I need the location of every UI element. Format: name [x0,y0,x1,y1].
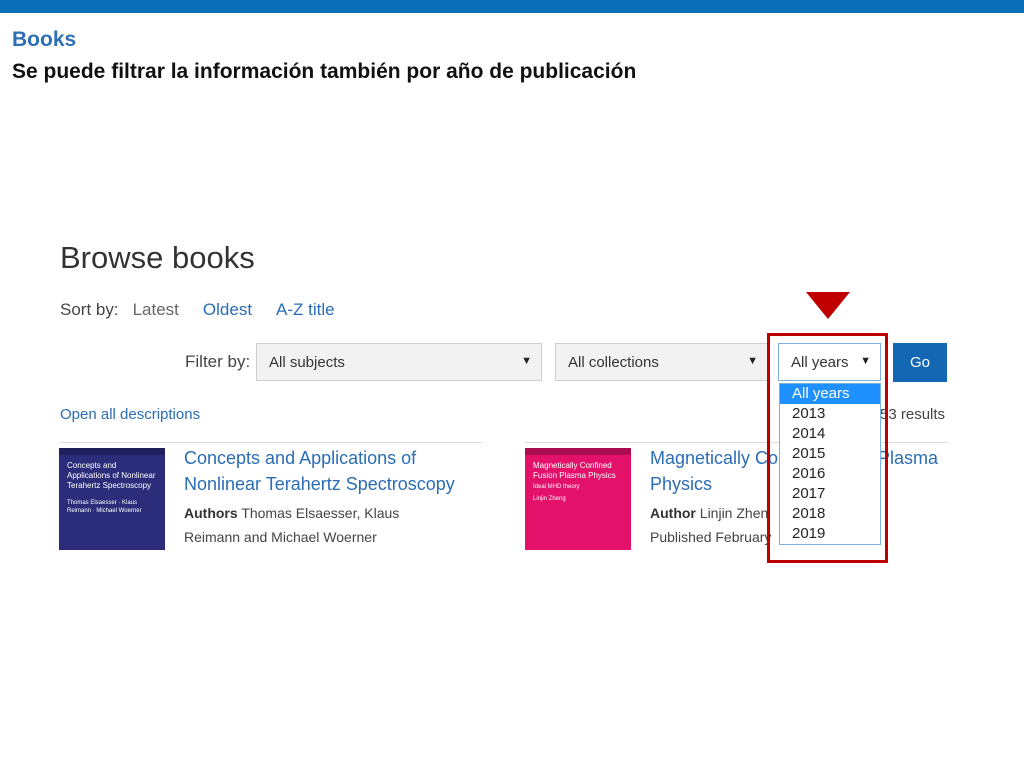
chevron-down-icon: ▼ [747,355,758,367]
subjects-select[interactable]: All subjects ▼ [256,343,542,381]
filter-label: Filter by: [185,352,251,371]
cover-subtitle: Ideal MHD theory [533,484,580,490]
cover-authors: Linjin Zheng [533,496,566,502]
slide-title: Books [12,28,77,51]
results-count: 53 results [880,406,946,423]
authors-names: Linjin Zhen [699,505,769,521]
authors-names-continued: Reimann and Michael Woerner [184,529,377,545]
sort-latest[interactable]: Latest [133,300,179,320]
book-title-line: Concepts and Applications of [184,448,417,468]
book-cover[interactable]: Magnetically Confined Fusion Plasma Phys… [525,448,631,550]
top-accent-bar [0,0,1024,13]
cover-authors: Thomas Elsaesser · Klaus Reimann · Micha… [67,500,142,514]
authors-names: Thomas Elsaesser, Klaus [241,505,400,521]
slide-subtitle: Se puede filtrar la información también … [12,60,637,83]
sort-az-title[interactable]: A-Z title [276,300,335,320]
go-button[interactable]: Go [893,343,947,382]
cover-band [59,448,165,455]
sort-oldest[interactable]: Oldest [203,300,252,320]
published-date: Published February [650,529,772,545]
cover-band [525,448,631,455]
sort-label: Sort by: [60,300,119,319]
collections-select-value: All collections [568,353,659,371]
divider [60,442,482,443]
authors-label: Authors [184,505,238,521]
authors-label: Author [650,505,696,521]
collections-select[interactable]: All collections ▼ [555,343,768,381]
sort-bar: Sort by: Latest Oldest A-Z title [60,300,335,320]
book-title-line: Nonlinear Terahertz Spectroscopy [184,474,455,494]
subjects-select-value: All subjects [269,353,345,371]
arrow-down-icon [806,292,850,319]
cover-title: Magnetically Confined Fusion Plasma Phys… [533,461,616,480]
book-authors: Authors Thomas Elsaesser, Klaus Reimann … [184,501,399,549]
highlight-box [767,333,888,563]
book-cover[interactable]: Concepts and Applications of Nonlinear T… [59,448,165,550]
book-authors: Author Linjin Zhen Published February [650,501,771,549]
cover-title: Concepts and Applications of Nonlinear T… [67,461,156,490]
book-title-link[interactable]: Concepts and Applications of Nonlinear T… [184,445,455,497]
chevron-down-icon: ▼ [521,355,532,367]
open-all-descriptions-link[interactable]: Open all descriptions [60,406,200,423]
page-title: Browse books [60,240,255,275]
